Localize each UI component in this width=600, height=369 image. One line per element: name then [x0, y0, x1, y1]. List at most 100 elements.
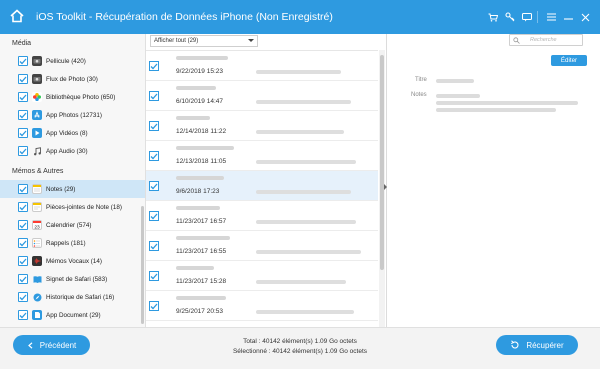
camera-icon	[32, 56, 42, 66]
close-icon[interactable]	[578, 10, 592, 24]
sidebar-item-label: Pellicule (420)	[46, 57, 86, 65]
edit-button[interactable]: Éditer	[551, 55, 587, 66]
blurred-note-preview	[256, 70, 341, 74]
camera-icon	[32, 74, 42, 84]
checkbox-checked-icon[interactable]	[18, 292, 28, 302]
checkbox-checked-icon[interactable]	[149, 241, 159, 251]
notes-icon	[32, 184, 42, 194]
blurred-note-preview	[256, 250, 361, 254]
note-date: 11/23/2017 16:57	[176, 218, 227, 225]
checkbox-checked-icon[interactable]	[18, 146, 28, 156]
sidebar-item-app-videos[interactable]: App Vidéos (8)	[0, 124, 145, 142]
blurred-note-preview	[256, 130, 344, 134]
document-icon	[32, 310, 42, 320]
sidebar-item-pieces-jointes[interactable]: Pièces-jointes de Note (18)	[0, 198, 145, 216]
checkbox-checked-icon[interactable]	[149, 181, 159, 191]
blurred-notes-line	[436, 108, 556, 112]
menu-icon[interactable]	[544, 10, 558, 24]
music-icon	[32, 146, 42, 156]
list-item[interactable]: 11/23/2017 16:57	[146, 201, 378, 231]
sidebar-item-flux-photo[interactable]: Flux de Photo (30)	[0, 70, 145, 88]
checkbox-checked-icon[interactable]	[149, 271, 159, 281]
blurred-note-title	[176, 116, 210, 120]
checkbox-checked-icon[interactable]	[18, 202, 28, 212]
blurred-note-title	[176, 296, 226, 300]
show-filter-value: Afficher tout (29)	[154, 38, 199, 44]
cart-icon[interactable]	[486, 10, 500, 24]
footer-bar: Précédent Total : 40142 élément(s) 1.09 …	[0, 327, 600, 369]
checkbox-checked-icon[interactable]	[18, 310, 28, 320]
checkbox-checked-icon[interactable]	[149, 91, 159, 101]
checkbox-checked-icon[interactable]	[18, 56, 28, 66]
key-icon[interactable]	[503, 10, 517, 24]
sidebar-item-label: Flux de Photo (30)	[46, 75, 98, 83]
totals-summary: Total : 40142 élément(s) 1.09 Go octets …	[180, 337, 420, 357]
note-date: 6/10/2019 14:47	[176, 98, 223, 105]
note-date: 11/23/2017 15:28	[176, 278, 227, 285]
blurred-note-preview	[256, 220, 356, 224]
sidebar-item-label: Signet de Safari (583)	[46, 275, 108, 283]
blurred-note-preview	[256, 100, 351, 104]
sidebar-item-calendrier[interactable]: 23 Calendrier (574)	[0, 216, 145, 234]
list-scrollbar-thumb[interactable]	[380, 55, 384, 270]
sidebar-item-memos-vocaux[interactable]: Mémos Vocaux (14)	[0, 252, 145, 270]
message-icon[interactable]	[520, 10, 534, 24]
checkbox-checked-icon[interactable]	[18, 238, 28, 248]
sidebar-item-notes[interactable]: Notes (29)	[0, 180, 145, 198]
sidebar-item-bibliotheque-photo[interactable]: Bibliothèque Photo (650)	[0, 88, 145, 106]
previous-button[interactable]: Précédent	[13, 335, 90, 355]
sidebar-item-label: Rappels (181)	[46, 239, 86, 247]
checkbox-checked-icon[interactable]	[18, 92, 28, 102]
bookmark-icon	[32, 274, 42, 284]
recover-button[interactable]: Récupérer	[496, 335, 578, 355]
blurred-notes-line	[436, 101, 578, 105]
search-placeholder: Recherche	[530, 37, 557, 43]
note-date: 11/23/2017 16:55	[176, 248, 227, 255]
list-item[interactable]: 11/23/2017 15:28	[146, 261, 378, 291]
reminders-icon	[32, 238, 42, 248]
list-item[interactable]: 9/22/2019 15:23	[146, 51, 378, 81]
checkbox-checked-icon[interactable]	[149, 151, 159, 161]
list-item[interactable]: 12/14/2018 11:22	[146, 111, 378, 141]
photos-icon	[32, 92, 42, 102]
collapse-arrow-icon[interactable]	[384, 184, 387, 190]
sidebar-item-rappels[interactable]: Rappels (181)	[0, 234, 145, 252]
list-item-selected[interactable]: 9/6/2018 17:23	[146, 171, 378, 201]
note-date: 9/25/2017 20:53	[176, 308, 223, 315]
home-button[interactable]	[0, 0, 34, 34]
search-input[interactable]: Recherche	[509, 34, 583, 46]
list-item[interactable]: 11/23/2017 16:55	[146, 231, 378, 261]
sidebar-scrollbar[interactable]	[141, 206, 144, 324]
checkbox-checked-icon[interactable]	[18, 110, 28, 120]
checkbox-checked-icon[interactable]	[18, 220, 28, 230]
sidebar-item-app-photos[interactable]: App Photos (12731)	[0, 106, 145, 124]
note-detail-pane: Éditer Titre Notes	[389, 50, 600, 327]
checkbox-checked-icon[interactable]	[149, 211, 159, 221]
minimize-icon[interactable]	[561, 10, 575, 24]
sidebar-item-signet-safari[interactable]: Signet de Safari (583)	[0, 270, 145, 288]
checkbox-checked-icon[interactable]	[149, 301, 159, 311]
checkbox-checked-icon[interactable]	[18, 128, 28, 138]
note-date: 9/6/2018 17:23	[176, 188, 220, 195]
checkbox-checked-icon[interactable]	[18, 256, 28, 266]
list-item[interactable]: 12/13/2018 11:05	[146, 141, 378, 171]
filter-bar: Afficher tout (29)	[146, 34, 386, 50]
attachment-icon	[32, 202, 42, 212]
checkbox-checked-icon[interactable]	[149, 121, 159, 131]
checkbox-checked-icon[interactable]	[18, 274, 28, 284]
show-filter-dropdown[interactable]: Afficher tout (29)	[150, 35, 258, 47]
checkbox-checked-icon[interactable]	[18, 74, 28, 84]
section-header-media: Média	[12, 40, 32, 47]
sidebar-item-app-document[interactable]: App Document (29)	[0, 306, 145, 324]
sidebar-item-label: Calendrier (574)	[46, 221, 92, 229]
blurred-title-value	[436, 79, 474, 83]
sidebar-item-pellicule[interactable]: Pellicule (420)	[0, 52, 145, 70]
checkbox-checked-icon[interactable]	[149, 61, 159, 71]
sidebar-item-historique-safari[interactable]: Historique de Safari (16)	[0, 288, 145, 306]
app-store-icon	[32, 110, 42, 120]
list-item[interactable]: 6/10/2019 14:47	[146, 81, 378, 111]
title-bar: iOS Toolkit - Récupération de Données iP…	[0, 0, 600, 34]
sidebar-item-app-audio[interactable]: App Audio (30)	[0, 142, 145, 160]
checkbox-checked-icon[interactable]	[18, 184, 28, 194]
list-item[interactable]: 9/25/2017 20:53	[146, 291, 378, 321]
